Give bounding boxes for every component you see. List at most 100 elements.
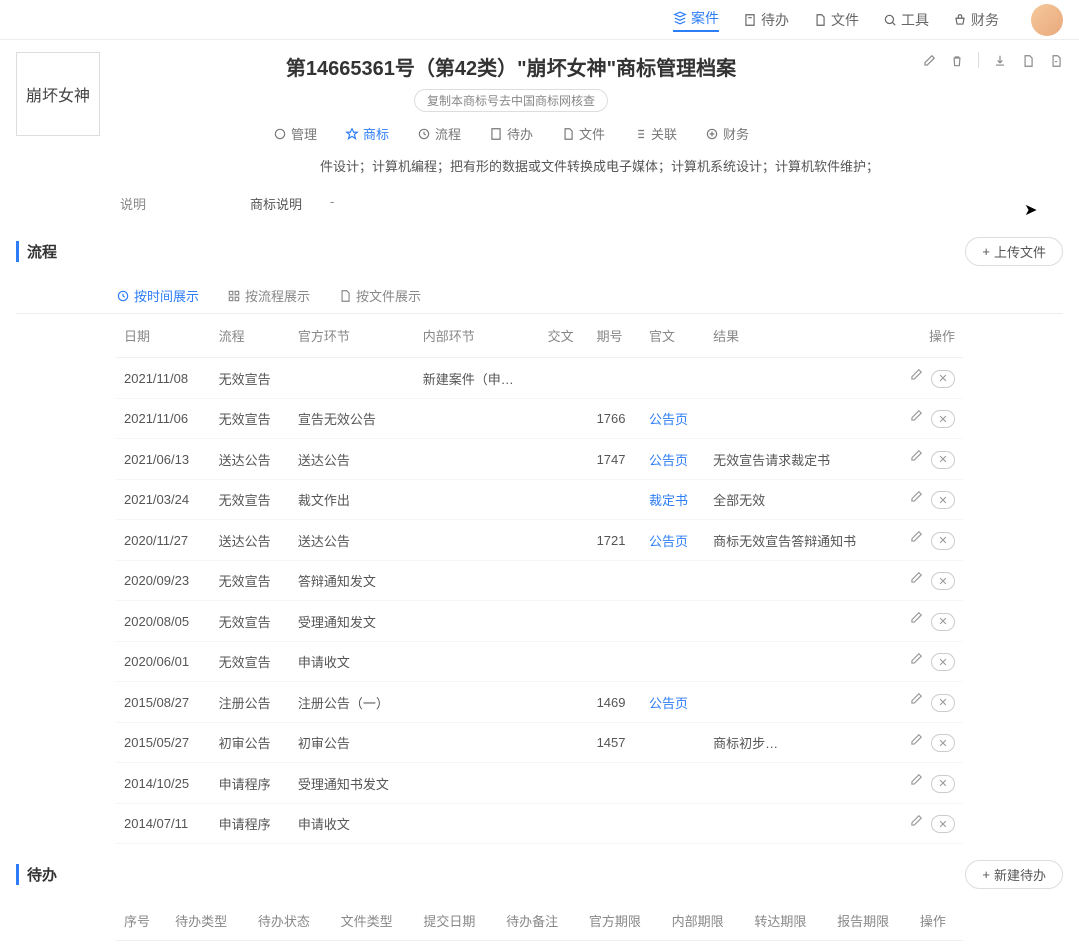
pdf-icon[interactable] bbox=[1049, 54, 1063, 68]
header-actions bbox=[922, 52, 1063, 72]
table-row: 2020/08/05无效宣告受理通知发文✕ bbox=[116, 601, 963, 642]
brand-logo: 崩坏女神 bbox=[16, 52, 100, 136]
subnav-管理[interactable]: 管理 bbox=[273, 124, 317, 143]
flow-col-6: 官文 bbox=[641, 314, 705, 358]
row-delete-button[interactable]: ✕ bbox=[931, 694, 955, 712]
row-edit-icon[interactable] bbox=[909, 451, 923, 466]
subnav-关联[interactable]: 关联 bbox=[633, 124, 677, 143]
table-row: 2020/06/01无效宣告申请收文✕ bbox=[116, 641, 963, 682]
flow-tabs: 按时间展示 按流程展示 按文件展示 bbox=[16, 278, 1063, 314]
new-todo-button[interactable]: +新建待办 bbox=[965, 860, 1063, 889]
topnav-财务[interactable]: 财务 bbox=[953, 10, 999, 30]
row-edit-icon[interactable] bbox=[909, 735, 923, 750]
todo-col-2: 待办状态 bbox=[250, 901, 333, 941]
row-edit-icon[interactable] bbox=[909, 816, 923, 831]
doc-link[interactable]: 公告页 bbox=[641, 682, 705, 723]
flow-col-2: 官方环节 bbox=[290, 314, 415, 358]
row-delete-button[interactable]: ✕ bbox=[931, 815, 955, 833]
table-row: 2015/05/27初审公告初审公告1457商标初步…✕ bbox=[116, 722, 963, 763]
topnav-案件[interactable]: 案件 bbox=[673, 8, 719, 32]
todo-col-3: 文件类型 bbox=[333, 901, 416, 941]
sub-nav: 管理 商标 流程 待办 文件 关联 财务 bbox=[116, 124, 906, 143]
todo-col-5: 待办备注 bbox=[498, 901, 581, 941]
flow-col-1: 流程 bbox=[211, 314, 290, 358]
flow-col-3: 内部环节 bbox=[415, 314, 540, 358]
row-edit-icon[interactable] bbox=[909, 573, 923, 588]
row-delete-button[interactable]: ✕ bbox=[931, 734, 955, 752]
flow-tab-0[interactable]: 按时间展示 bbox=[116, 286, 199, 305]
doc-link[interactable]: 公告页 bbox=[641, 439, 705, 480]
row-delete-button[interactable]: ✕ bbox=[931, 410, 955, 428]
row-edit-icon[interactable] bbox=[909, 370, 923, 385]
todo-col-9: 报告期限 bbox=[829, 901, 912, 941]
flow-tab-2[interactable]: 按文件展示 bbox=[338, 286, 421, 305]
page-header: 崩坏女神 第14665361号（第42类）"崩坏女神"商标管理档案 复制本商标号… bbox=[0, 40, 1079, 155]
table-row: 2021/11/08无效宣告新建案件（申…✕ bbox=[116, 358, 963, 399]
row-edit-icon[interactable] bbox=[909, 654, 923, 669]
row-edit-icon[interactable] bbox=[909, 613, 923, 628]
edit-icon[interactable] bbox=[922, 54, 936, 68]
description-row: 说明 商标说明 - bbox=[0, 186, 1079, 229]
row-edit-icon[interactable] bbox=[909, 411, 923, 426]
flow-tab-1[interactable]: 按流程展示 bbox=[227, 286, 310, 305]
download-icon[interactable] bbox=[993, 54, 1007, 68]
row-delete-button[interactable]: ✕ bbox=[931, 491, 955, 509]
divider bbox=[978, 52, 979, 68]
table-row: 2021/11/06无效宣告宣告无效公告1766公告页✕ bbox=[116, 398, 963, 439]
subnav-文件[interactable]: 文件 bbox=[561, 124, 605, 143]
flow-col-5: 期号 bbox=[589, 314, 641, 358]
table-row: 2014/07/11申请程序申请收文✕ bbox=[116, 803, 963, 844]
row-edit-icon[interactable] bbox=[909, 532, 923, 547]
desc-label: 说明 bbox=[120, 194, 250, 213]
flow-section: 流程 +上传文件 按时间展示 按流程展示 按文件展示 日期流程官方环节内部环节交文期… bbox=[0, 229, 1079, 852]
table-row: 2015/08/27注册公告注册公告（一）1469公告页✕ bbox=[116, 682, 963, 723]
table-row: 2020/11/27送达公告送达公告1721公告页商标无效宣告答辩通知书✕ bbox=[116, 520, 963, 561]
trash-icon[interactable] bbox=[950, 54, 964, 68]
subnav-财务[interactable]: 财务 bbox=[705, 124, 749, 143]
row-edit-icon[interactable] bbox=[909, 694, 923, 709]
todo-col-8: 转达期限 bbox=[746, 901, 829, 941]
todo-col-10: 操作 bbox=[912, 901, 963, 941]
doc-link[interactable]: 公告页 bbox=[641, 398, 705, 439]
desc-value: - bbox=[330, 194, 334, 213]
subnav-待办[interactable]: 待办 bbox=[489, 124, 533, 143]
flow-col-8: 操作 bbox=[891, 314, 963, 358]
todo-col-1: 待办类型 bbox=[167, 901, 250, 941]
todo-col-4: 提交日期 bbox=[415, 901, 498, 941]
todo-col-0: 序号 bbox=[116, 901, 167, 941]
doc-link[interactable]: 裁定书 bbox=[641, 479, 705, 520]
subnav-流程[interactable]: 流程 bbox=[417, 124, 461, 143]
flow-table: 日期流程官方环节内部环节交文期号官文结果操作 2021/11/08无效宣告新建案… bbox=[116, 314, 963, 844]
row-delete-button[interactable]: ✕ bbox=[931, 532, 955, 550]
flow-col-7: 结果 bbox=[705, 314, 890, 358]
table-row: 2021/03/24无效宣告裁文作出裁定书全部无效✕ bbox=[116, 479, 963, 520]
flow-col-0: 日期 bbox=[116, 314, 211, 358]
row-edit-icon[interactable] bbox=[909, 492, 923, 507]
row-delete-button[interactable]: ✕ bbox=[931, 775, 955, 793]
upload-file-button[interactable]: +上传文件 bbox=[965, 237, 1063, 266]
todo-col-6: 官方期限 bbox=[581, 901, 664, 941]
row-delete-button[interactable]: ✕ bbox=[931, 370, 955, 388]
row-delete-button[interactable]: ✕ bbox=[931, 653, 955, 671]
topnav-文件[interactable]: 文件 bbox=[813, 10, 859, 30]
file-icon[interactable] bbox=[1021, 54, 1035, 68]
topnav-工具[interactable]: 工具 bbox=[883, 10, 929, 30]
page-title: 第14665361号（第42类）"崩坏女神"商标管理档案 bbox=[116, 52, 906, 81]
user-avatar[interactable] bbox=[1031, 4, 1063, 36]
copy-trademark-link[interactable]: 复制本商标号去中国商标网核查 bbox=[414, 89, 608, 112]
row-delete-button[interactable]: ✕ bbox=[931, 572, 955, 590]
subnav-商标[interactable]: 商标 bbox=[345, 124, 389, 143]
row-delete-button[interactable]: ✕ bbox=[931, 613, 955, 631]
row-edit-icon[interactable] bbox=[909, 775, 923, 790]
table-row: 2020/09/23无效宣告答辩通知发文✕ bbox=[116, 560, 963, 601]
todo-col-7: 内部期限 bbox=[664, 901, 747, 941]
todo-table: 序号待办类型待办状态文件类型提交日期待办备注官方期限内部期限转达期限报告期限操作 bbox=[116, 901, 963, 941]
table-row: 2014/10/25申请程序受理通知书发文✕ bbox=[116, 763, 963, 804]
row-delete-button[interactable]: ✕ bbox=[931, 451, 955, 469]
topnav-待办[interactable]: 待办 bbox=[743, 10, 789, 30]
doc-link[interactable]: 公告页 bbox=[641, 520, 705, 561]
top-nav: 案件 待办 文件 工具 财务 bbox=[0, 0, 1079, 40]
description-text: 件设计；计算机编程；把有形的数据或文件转换成电子媒体；计算机系统设计；计算机软件… bbox=[0, 155, 1079, 186]
table-row: 2021/06/13送达公告送达公告1747公告页无效宣告请求裁定书✕ bbox=[116, 439, 963, 480]
flow-section-title: 流程 bbox=[16, 241, 57, 262]
